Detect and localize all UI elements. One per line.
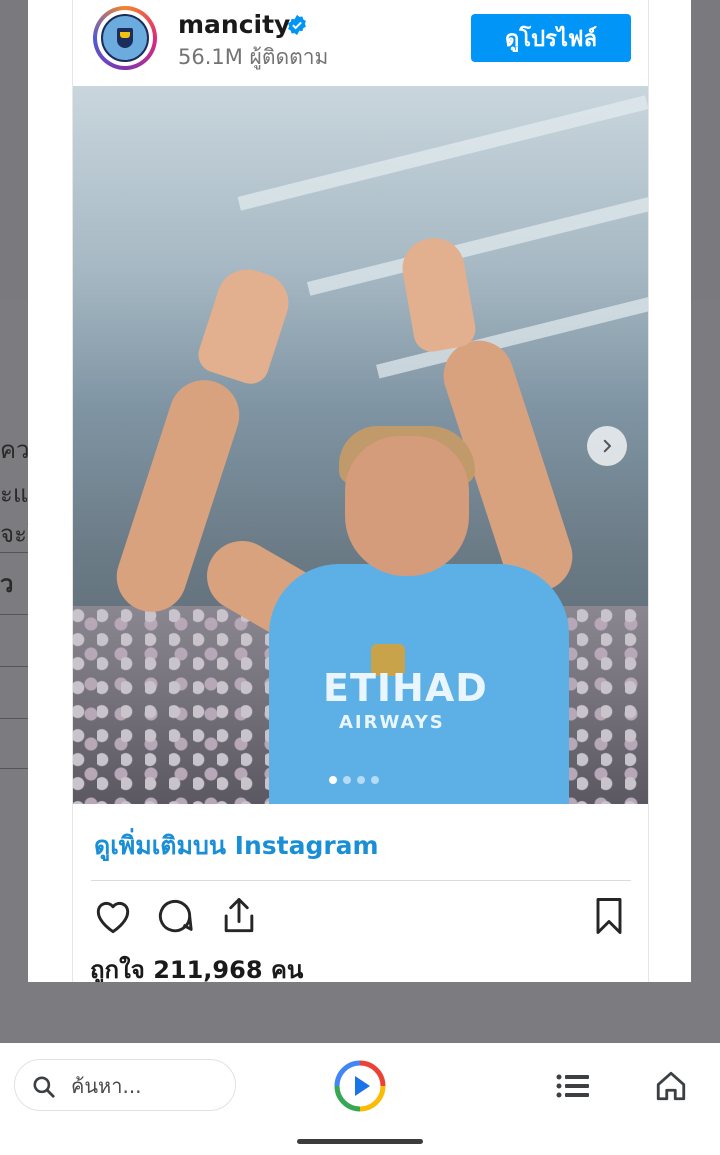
gesture-navigation-bar[interactable]	[297, 1139, 423, 1144]
search-input[interactable]	[69, 1070, 223, 1102]
jersey-sponsor: ETIHAD	[323, 666, 488, 710]
carousel-next-button[interactable]	[587, 426, 627, 466]
jersey-sponsor-sub: AIRWAYS	[339, 712, 445, 733]
carousel-indicator	[329, 769, 385, 784]
comment-button[interactable]	[151, 893, 199, 941]
carousel-dot	[343, 776, 351, 784]
instagram-post: mancity 56.1M ผู้ติดตาม ดูโปรไฟล์ ETIHAD…	[72, 0, 649, 982]
share-icon	[224, 897, 254, 932]
follower-count: 56.1M ผู้ติดตาม	[178, 45, 329, 69]
instagram-embed-modal: mancity 56.1M ผู้ติดตาม ดูโปรไฟล์ ETIHAD…	[28, 0, 691, 982]
post-photo[interactable]: ETIHAD AIRWAYS	[73, 86, 648, 804]
club-crest-icon	[101, 14, 149, 62]
bookmark-icon	[596, 897, 622, 934]
search-icon	[33, 1076, 55, 1098]
divider	[91, 880, 631, 881]
bookmark-button[interactable]	[585, 893, 633, 941]
post-username[interactable]: mancity	[178, 10, 290, 39]
like-count: ถูกใจ 211,968 คน	[90, 956, 304, 982]
like-button[interactable]	[89, 893, 137, 941]
home-button[interactable]	[654, 1069, 688, 1103]
background-text-fragment: ว	[0, 570, 14, 598]
bottom-navigation-bar	[0, 1043, 720, 1155]
verified-icon	[288, 14, 306, 36]
carousel-dot	[329, 776, 337, 784]
home-icon	[656, 1071, 686, 1101]
play-button[interactable]	[333, 1059, 387, 1113]
player-head	[345, 436, 469, 576]
play-icon	[334, 1060, 386, 1112]
menu-icon	[556, 1074, 589, 1098]
carousel-dot	[357, 776, 365, 784]
view-more-on-instagram-link[interactable]: ดูเพิ่มเติมบน Instagram	[94, 826, 379, 866]
share-button[interactable]	[215, 893, 263, 941]
search-box[interactable]	[14, 1059, 236, 1111]
heart-icon	[96, 901, 130, 933]
view-profile-button[interactable]: ดูโปรไฟล์	[471, 14, 631, 62]
menu-button[interactable]	[554, 1071, 592, 1101]
chevron-right-icon	[603, 439, 611, 453]
background-text-fragment: ะแ	[0, 480, 29, 508]
profile-avatar[interactable]	[93, 6, 157, 70]
carousel-dot	[371, 776, 379, 784]
comment-icon	[158, 899, 193, 932]
